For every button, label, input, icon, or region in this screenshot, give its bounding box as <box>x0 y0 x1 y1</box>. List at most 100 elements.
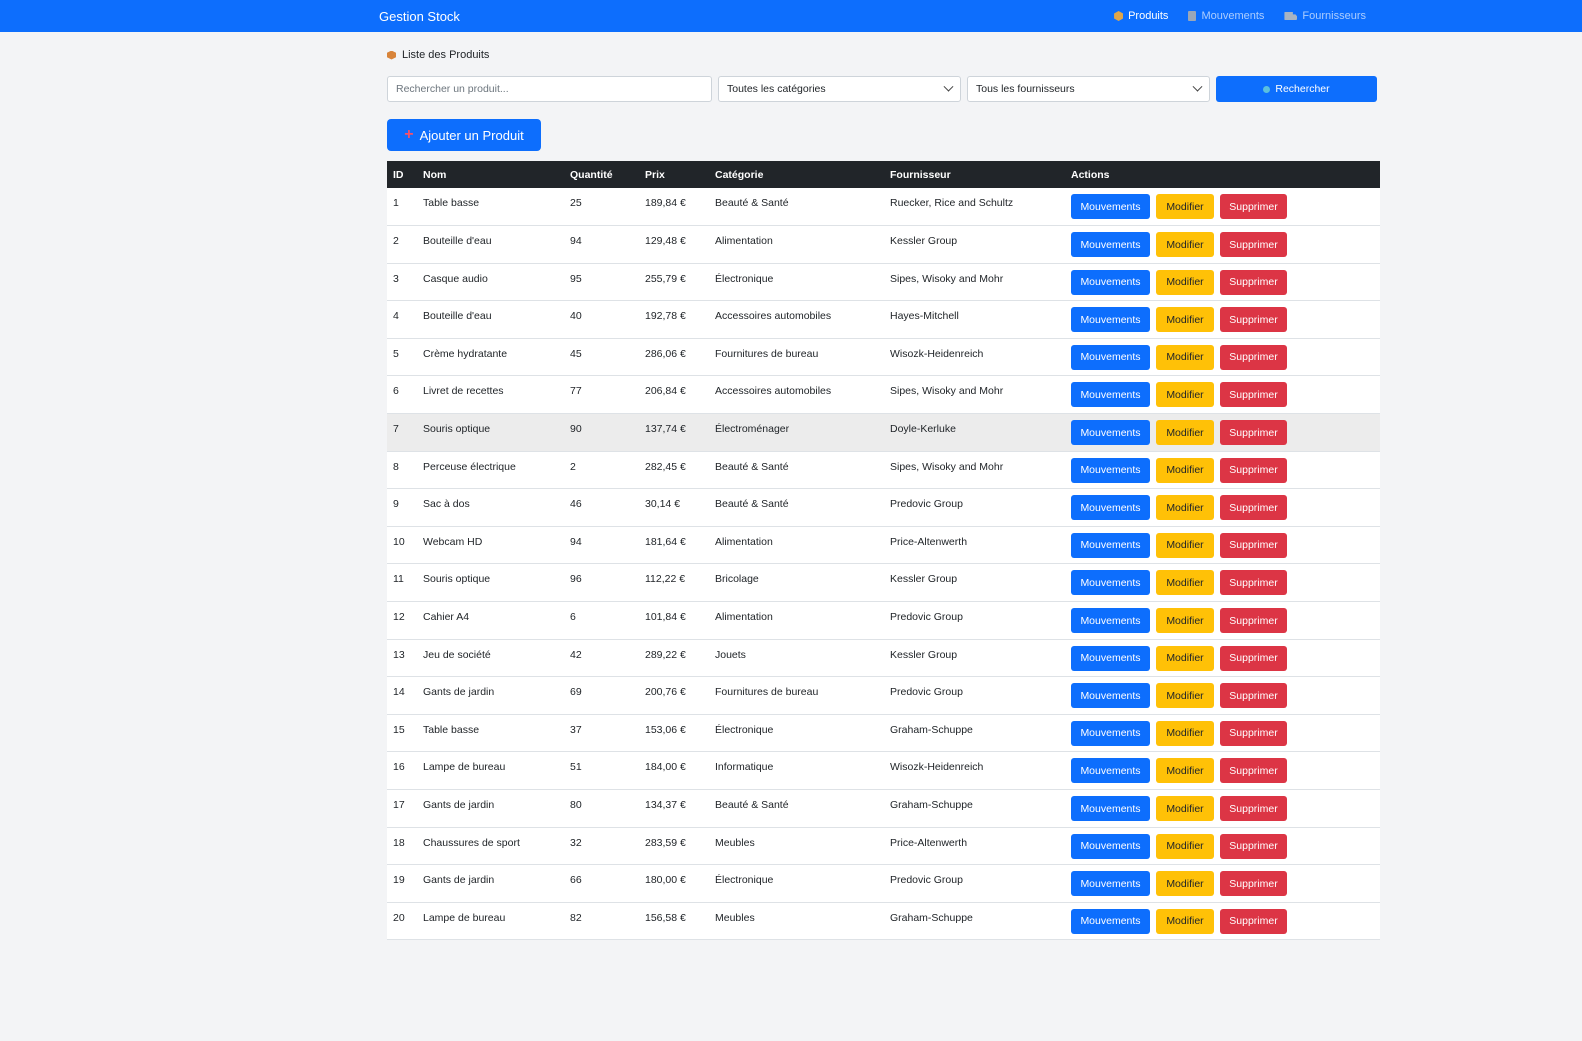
box-icon <box>387 50 396 60</box>
nav-link-mouvements[interactable]: Mouvements <box>1188 10 1264 22</box>
edit-button[interactable]: Modifier <box>1156 269 1214 295</box>
edit-button[interactable]: Modifier <box>1156 683 1214 709</box>
edit-button[interactable]: Modifier <box>1156 495 1214 521</box>
row-actions: Mouvements Modifier Supprimer <box>1071 269 1374 295</box>
cell-nom: Perceuse électrique <box>417 451 564 490</box>
table-row: 13 Jeu de société 42 289,22 € Jouets Kessler … <box>387 639 1380 678</box>
delete-button[interactable]: Supprimer <box>1220 457 1287 483</box>
header-id: ID <box>393 168 404 181</box>
movements-button[interactable]: Mouvements <box>1071 796 1150 821</box>
add-product-button[interactable]: + Ajouter un Produit <box>387 119 541 151</box>
movements-button[interactable]: Mouvements <box>1071 232 1150 258</box>
delete-button[interactable]: Supprimer <box>1220 608 1287 634</box>
cell-actions: Mouvements Modifier Supprimer <box>1065 225 1380 264</box>
edit-button[interactable]: Modifier <box>1156 908 1214 934</box>
delete-button[interactable]: Supprimer <box>1220 232 1287 258</box>
movements-button[interactable]: Mouvements <box>1071 683 1150 709</box>
cell-categorie: Alimentation <box>709 526 884 565</box>
movements-button[interactable]: Mouvements <box>1071 532 1150 558</box>
edit-button[interactable]: Modifier <box>1156 608 1214 634</box>
search-input[interactable]: Rechercher un produit... <box>387 76 712 102</box>
movements-button[interactable]: Mouvements <box>1071 194 1150 219</box>
edit-button[interactable]: Modifier <box>1156 570 1214 596</box>
delete-button[interactable]: Supprimer <box>1220 382 1287 408</box>
cell-fournisseur: Sipes, Wisoky and Mohr <box>884 263 1065 302</box>
category-select[interactable]: Toutes les catégories <box>718 76 961 102</box>
cell-id: 18 <box>387 827 417 866</box>
edit-button[interactable]: Modifier <box>1156 645 1214 671</box>
movements-button[interactable]: Mouvements <box>1071 833 1150 859</box>
cell-quantite: 25 <box>564 188 639 227</box>
cell-prix: 286,06 € <box>639 338 709 377</box>
delete-button[interactable]: Supprimer <box>1220 796 1287 821</box>
delete-button[interactable]: Supprimer <box>1220 307 1287 333</box>
delete-button[interactable]: Supprimer <box>1220 420 1287 446</box>
edit-button[interactable]: Modifier <box>1156 344 1214 370</box>
delete-button[interactable]: Supprimer <box>1220 344 1287 370</box>
delete-button[interactable]: Supprimer <box>1220 532 1287 558</box>
movements-button[interactable]: Mouvements <box>1071 871 1150 897</box>
header-quantite: Quantité <box>570 168 613 181</box>
cell-fournisseur: Price-Altenwerth <box>884 827 1065 866</box>
cell-quantite: 82 <box>564 902 639 941</box>
products-table: ID Nom Quantité Prix Catégorie Fournisse… <box>387 161 1380 941</box>
nav-link-produits[interactable]: Produits <box>1114 10 1168 22</box>
search-bar: Rechercher un produit... Toutes les caté… <box>387 76 1380 102</box>
edit-button[interactable]: Modifier <box>1156 833 1214 859</box>
movements-button[interactable]: Mouvements <box>1071 495 1150 521</box>
movements-button[interactable]: Mouvements <box>1071 720 1150 746</box>
nav-link-fournisseurs[interactable]: Fournisseurs <box>1284 10 1366 22</box>
edit-button[interactable]: Modifier <box>1156 382 1214 408</box>
delete-button[interactable]: Supprimer <box>1220 833 1287 859</box>
supplier-select[interactable]: Tous les fournisseurs <box>967 76 1210 102</box>
movements-button[interactable]: Mouvements <box>1071 758 1150 784</box>
movements-button[interactable]: Mouvements <box>1071 420 1150 446</box>
edit-button[interactable]: Modifier <box>1156 420 1214 446</box>
cell-nom: Livret de recettes <box>417 375 564 415</box>
delete-button[interactable]: Supprimer <box>1220 194 1287 219</box>
delete-button[interactable]: Supprimer <box>1220 758 1287 784</box>
cell-prix: 180,00 € <box>639 864 709 903</box>
delete-button[interactable]: Supprimer <box>1220 720 1287 746</box>
movements-button[interactable]: Mouvements <box>1071 908 1150 934</box>
cell-actions: Mouvements Modifier Supprimer <box>1065 902 1380 941</box>
cell-nom: Souris optique <box>417 413 564 452</box>
movements-button[interactable]: Mouvements <box>1071 570 1150 596</box>
movements-button[interactable]: Mouvements <box>1071 269 1150 295</box>
edit-button[interactable]: Modifier <box>1156 307 1214 333</box>
table-row: 5 Crème hydratante 45 286,06 € Fournitures d… <box>387 338 1380 377</box>
movements-button[interactable]: Mouvements <box>1071 608 1150 634</box>
delete-button[interactable]: Supprimer <box>1220 871 1287 897</box>
search-button[interactable]: Rechercher <box>1216 76 1377 102</box>
movements-button[interactable]: Mouvements <box>1071 645 1150 671</box>
edit-button[interactable]: Modifier <box>1156 232 1214 258</box>
row-actions: Mouvements Modifier Supprimer <box>1071 908 1374 934</box>
chevron-down-icon <box>943 81 954 92</box>
movements-button[interactable]: Mouvements <box>1071 382 1150 408</box>
delete-button[interactable]: Supprimer <box>1220 269 1287 295</box>
cell-prix: 137,74 € <box>639 413 709 452</box>
delete-button[interactable]: Supprimer <box>1220 683 1287 709</box>
row-actions: Mouvements Modifier Supprimer <box>1071 720 1374 746</box>
delete-button[interactable]: Supprimer <box>1220 495 1287 521</box>
supplier-select-value: Tous les fournisseurs <box>976 83 1075 95</box>
edit-button[interactable]: Modifier <box>1156 194 1214 219</box>
cell-nom: Chaussures de sport <box>417 827 564 866</box>
delete-button[interactable]: Supprimer <box>1220 908 1287 934</box>
edit-button[interactable]: Modifier <box>1156 796 1214 821</box>
edit-button[interactable]: Modifier <box>1156 758 1214 784</box>
cell-actions: Mouvements Modifier Supprimer <box>1065 300 1380 339</box>
edit-button[interactable]: Modifier <box>1156 532 1214 558</box>
movements-button[interactable]: Mouvements <box>1071 307 1150 333</box>
movements-button[interactable]: Mouvements <box>1071 344 1150 370</box>
edit-button[interactable]: Modifier <box>1156 871 1214 897</box>
page-heading: Liste des Produits <box>387 48 1380 62</box>
brand-title[interactable]: Gestion Stock <box>379 9 460 24</box>
delete-button[interactable]: Supprimer <box>1220 570 1287 596</box>
movements-button[interactable]: Mouvements <box>1071 457 1150 483</box>
row-actions: Mouvements Modifier Supprimer <box>1071 344 1374 370</box>
cell-prix: 192,78 € <box>639 300 709 339</box>
delete-button[interactable]: Supprimer <box>1220 645 1287 671</box>
edit-button[interactable]: Modifier <box>1156 720 1214 746</box>
edit-button[interactable]: Modifier <box>1156 457 1214 483</box>
